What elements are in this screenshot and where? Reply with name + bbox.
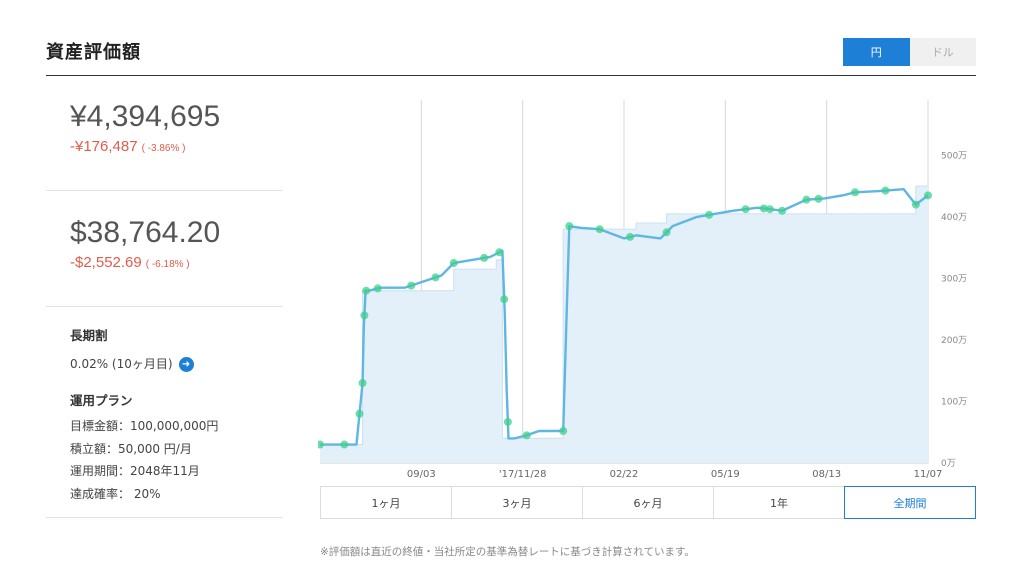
transaction-marker bbox=[373, 284, 382, 293]
transaction-marker bbox=[495, 248, 504, 257]
transaction-marker bbox=[565, 222, 574, 231]
transaction-marker bbox=[522, 431, 531, 440]
transaction-marker bbox=[851, 188, 860, 197]
period-1year-button[interactable]: 1年 bbox=[714, 487, 845, 518]
yen-change-percent: ( -3.86% ) bbox=[141, 143, 186, 154]
transaction-marker bbox=[500, 295, 509, 304]
yen-change-amount: -¥176,487 bbox=[70, 138, 138, 155]
transaction-marker bbox=[765, 205, 774, 214]
period-1month-button[interactable]: 1ヶ月 bbox=[321, 487, 452, 518]
x-tick-label: 08/13 bbox=[812, 469, 841, 480]
long-term-title: 長期割 bbox=[70, 328, 108, 343]
footnote: ※評価額は直近の終値・当社所定の基準為替レートに基づき計算されています。 bbox=[320, 546, 695, 558]
divider bbox=[46, 517, 283, 518]
plan-success-probability: 達成確率： 20% bbox=[70, 486, 161, 501]
y-tick-label: 300万 bbox=[941, 274, 967, 284]
period-selector[interactable]: 1ヶ月 3ヶ月 6ヶ月 1年 全期間 bbox=[320, 486, 976, 519]
y-tick-label: 0万 bbox=[941, 459, 956, 469]
plan-title: 運用プラン bbox=[70, 393, 133, 408]
transaction-marker bbox=[559, 427, 568, 436]
y-tick-label: 100万 bbox=[941, 397, 967, 407]
usd-change-percent: ( -6.18% ) bbox=[145, 259, 190, 270]
x-tick-label: 02/22 bbox=[610, 469, 639, 480]
usd-value: $38,764.20 bbox=[70, 216, 221, 249]
usd-change-amount: -$2,552.69 bbox=[70, 254, 142, 271]
currency-usd-button[interactable]: ドル bbox=[909, 38, 976, 66]
plan-details: 目標金額：100,000,000円 積立額：50,000 円/月 運用期間：20… bbox=[70, 415, 283, 505]
transaction-marker bbox=[881, 186, 890, 195]
divider bbox=[46, 190, 283, 191]
transaction-marker bbox=[924, 191, 932, 200]
transaction-marker bbox=[741, 205, 750, 214]
asset-chart: 09/03 '17/11/28 02/22 05/19 08/13 11/070万 100万… bbox=[318, 100, 967, 480]
yen-summary: ¥4,394,695 -¥176,487( -3.86% ) bbox=[46, 100, 283, 155]
x-tick-label: 05/19 bbox=[711, 469, 740, 480]
transaction-marker bbox=[595, 225, 604, 234]
transaction-marker bbox=[802, 195, 811, 204]
transaction-marker bbox=[814, 194, 823, 203]
transaction-marker bbox=[340, 440, 349, 449]
yen-change: -¥176,487( -3.86% ) bbox=[70, 138, 283, 155]
yen-value: ¥4,394,695 bbox=[70, 100, 221, 133]
currency-yen-button[interactable]: 円 bbox=[843, 38, 910, 66]
plan-monthly-contribution: 積立額：50,000 円/月 bbox=[70, 441, 192, 456]
y-tick-label: 500万 bbox=[941, 151, 967, 161]
transaction-marker bbox=[503, 417, 512, 426]
transaction-marker bbox=[358, 379, 367, 388]
divider bbox=[46, 306, 283, 307]
plan-target-amount: 目標金額：100,000,000円 bbox=[70, 419, 219, 433]
transaction-marker bbox=[431, 273, 440, 282]
y-tick-label: 400万 bbox=[941, 213, 967, 223]
transaction-marker bbox=[626, 232, 635, 241]
transaction-marker bbox=[662, 228, 671, 237]
transaction-marker bbox=[449, 259, 458, 268]
long-term-section: 長期割 0.02% (10ヶ月目) ➜ 運用プラン 目標金額：100,000,00… bbox=[46, 325, 283, 505]
long-term-value: 0.02% (10ヶ月目) bbox=[70, 357, 173, 371]
transaction-marker bbox=[360, 311, 369, 320]
currency-toggle[interactable]: 円 ドル bbox=[843, 38, 976, 66]
usd-change: -$2,552.69( -6.18% ) bbox=[70, 254, 283, 271]
period-all-button[interactable]: 全期間 bbox=[844, 486, 976, 519]
usd-summary: $38,764.20 -$2,552.69( -6.18% ) bbox=[46, 216, 283, 271]
title-divider bbox=[46, 75, 976, 76]
transaction-marker bbox=[407, 281, 416, 290]
x-tick-label: 11/07 bbox=[914, 469, 943, 480]
period-3month-button[interactable]: 3ヶ月 bbox=[452, 487, 583, 518]
transaction-marker bbox=[705, 210, 714, 219]
y-tick-label: 200万 bbox=[941, 336, 967, 346]
transaction-marker bbox=[778, 206, 787, 215]
plan-period: 運用期間：2048年11月 bbox=[70, 464, 200, 478]
period-6month-button[interactable]: 6ヶ月 bbox=[583, 487, 714, 518]
page-title: 資産評価額 bbox=[46, 42, 141, 63]
long-term-row: 0.02% (10ヶ月目) ➜ bbox=[70, 355, 283, 372]
x-tick-label: '17/11/28 bbox=[499, 469, 547, 480]
transaction-marker bbox=[362, 286, 371, 295]
transaction-marker bbox=[480, 253, 489, 262]
transaction-marker bbox=[911, 200, 920, 209]
x-tick-label: 09/03 bbox=[407, 469, 436, 480]
transaction-marker bbox=[355, 409, 364, 418]
arrow-right-icon[interactable]: ➜ bbox=[178, 357, 194, 372]
